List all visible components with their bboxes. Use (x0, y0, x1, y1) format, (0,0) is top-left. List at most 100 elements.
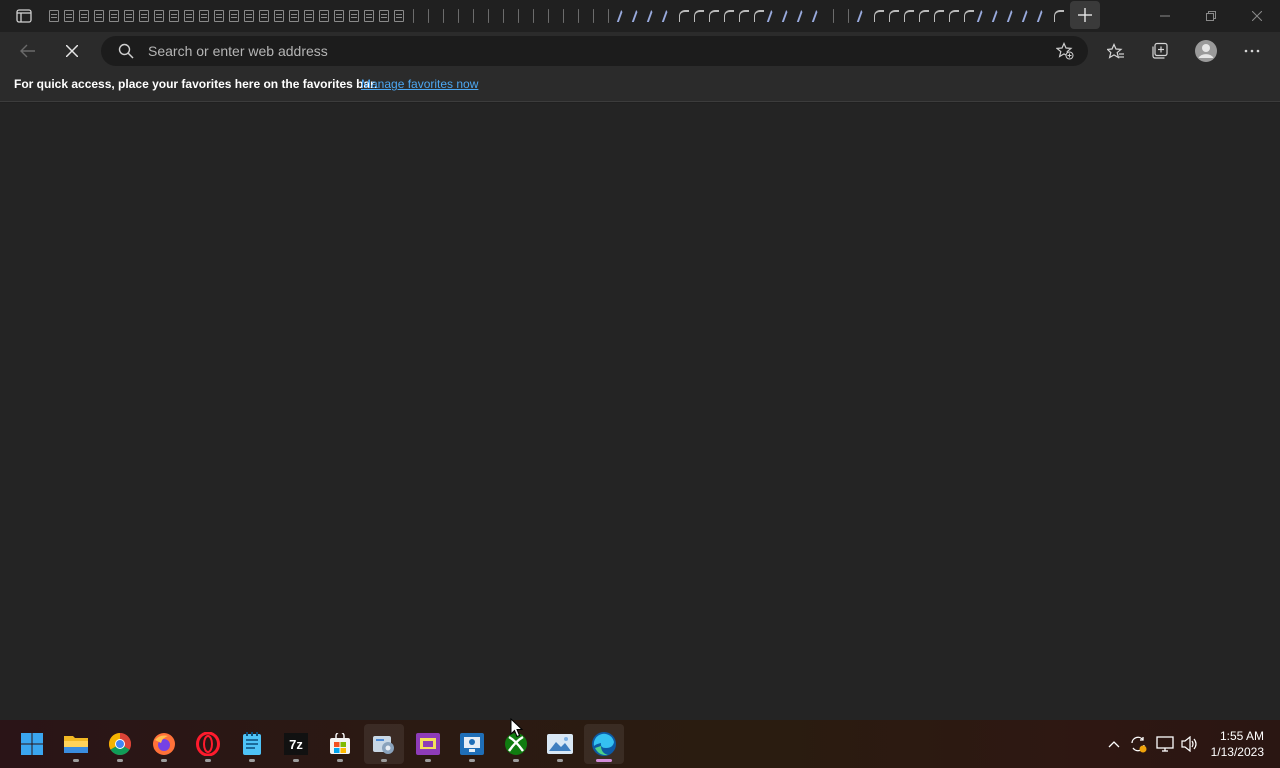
control-panel-icon[interactable] (364, 724, 404, 764)
browser-tab[interactable] (811, 5, 826, 27)
browser-tab[interactable] (661, 5, 676, 27)
browser-tab[interactable] (286, 5, 301, 27)
browser-tab[interactable] (991, 5, 1006, 27)
browser-tab[interactable] (676, 5, 691, 27)
browser-tab[interactable] (931, 5, 946, 27)
browser-tab[interactable] (631, 5, 646, 27)
browser-tab[interactable] (241, 5, 256, 27)
minimize-button[interactable] (1142, 0, 1188, 32)
browser-tab[interactable] (166, 5, 181, 27)
more-options-icon[interactable] (1236, 35, 1268, 67)
browser-tab[interactable] (976, 5, 991, 27)
browser-tab[interactable] (481, 5, 496, 27)
browser-tab[interactable] (721, 5, 736, 27)
close-window-button[interactable] (1234, 0, 1280, 32)
collections-button[interactable] (1144, 35, 1176, 67)
browser-tab[interactable] (496, 5, 511, 27)
browser-tab[interactable] (736, 5, 751, 27)
edge-icon[interactable] (584, 724, 624, 764)
browser-tab[interactable] (556, 5, 571, 27)
new-tab-button[interactable] (1070, 1, 1100, 29)
browser-tab[interactable] (706, 5, 721, 27)
favorites-button[interactable] (1100, 35, 1132, 67)
restore-button[interactable] (1188, 0, 1234, 32)
profile-avatar[interactable] (1190, 35, 1222, 67)
browser-tab[interactable] (751, 5, 766, 27)
browser-tab[interactable] (151, 5, 166, 27)
browser-tab[interactable] (616, 5, 631, 27)
stop-loading-button[interactable] (56, 35, 88, 67)
notepad-icon[interactable] (232, 724, 272, 764)
browser-tab[interactable] (61, 5, 76, 27)
browser-tab[interactable] (406, 5, 421, 27)
browser-tab[interactable] (646, 5, 661, 27)
browser-tab[interactable] (856, 5, 871, 27)
browser-tab[interactable] (361, 5, 376, 27)
browser-tab[interactable] (196, 5, 211, 27)
address-input[interactable] (148, 36, 1028, 66)
browser-tab[interactable] (1021, 5, 1036, 27)
address-bar[interactable] (101, 36, 1088, 66)
browser-tab[interactable] (181, 5, 196, 27)
browser-tab[interactable] (256, 5, 271, 27)
browser-tab[interactable] (391, 5, 406, 27)
browser-tab[interactable] (946, 5, 961, 27)
browser-tab[interactable] (901, 5, 916, 27)
browser-tab[interactable] (376, 5, 391, 27)
show-hidden-icons-button[interactable] (1102, 720, 1126, 768)
browser-tab[interactable] (451, 5, 466, 27)
browser-tab[interactable] (76, 5, 91, 27)
browser-tab[interactable] (1036, 5, 1051, 27)
browser-tab[interactable] (781, 5, 796, 27)
browser-tab[interactable] (136, 5, 151, 27)
start-button[interactable] (12, 724, 52, 764)
presentation-app-icon[interactable] (408, 724, 448, 764)
network-icon[interactable] (1153, 720, 1177, 768)
back-button[interactable] (12, 35, 44, 67)
browser-tab[interactable] (436, 5, 451, 27)
browser-tab[interactable] (301, 5, 316, 27)
opera-icon[interactable] (188, 724, 228, 764)
browser-tab[interactable] (46, 5, 61, 27)
photos-icon[interactable] (540, 724, 580, 764)
add-favorite-icon[interactable] (1055, 42, 1074, 65)
browser-tab[interactable] (466, 5, 481, 27)
browser-tab[interactable] (121, 5, 136, 27)
browser-tab[interactable] (421, 5, 436, 27)
remote-desktop-icon[interactable] (452, 724, 492, 764)
browser-tab[interactable] (916, 5, 931, 27)
browser-tab[interactable] (211, 5, 226, 27)
browser-tab[interactable] (961, 5, 976, 27)
browser-tab[interactable] (826, 5, 841, 27)
browser-tab[interactable] (511, 5, 526, 27)
browser-tab[interactable] (841, 5, 856, 27)
browser-tab[interactable] (541, 5, 556, 27)
firefox-icon[interactable] (144, 724, 184, 764)
chrome-icon[interactable] (100, 724, 140, 764)
browser-tab[interactable] (271, 5, 286, 27)
browser-tab[interactable] (691, 5, 706, 27)
browser-tab[interactable] (766, 5, 781, 27)
browser-tab[interactable] (871, 5, 886, 27)
browser-tab[interactable] (1051, 5, 1066, 27)
browser-tab[interactable] (346, 5, 361, 27)
volume-icon[interactable] (1178, 720, 1202, 768)
manage-favorites-link[interactable]: Manage favorites now (361, 77, 478, 91)
browser-tab[interactable] (331, 5, 346, 27)
7zip-icon[interactable]: 7z (276, 724, 316, 764)
browser-tab[interactable] (886, 5, 901, 27)
browser-tab[interactable] (571, 5, 586, 27)
tab-strip[interactable] (46, 5, 1066, 27)
sync-icon[interactable] (1126, 720, 1150, 768)
browser-tab[interactable] (1006, 5, 1021, 27)
file-explorer-icon[interactable] (56, 724, 96, 764)
clock[interactable]: 1:55 AM 1/13/2023 (1211, 728, 1264, 760)
browser-tab[interactable] (106, 5, 121, 27)
page-content[interactable] (0, 103, 1280, 720)
browser-tab[interactable] (586, 5, 601, 27)
browser-tab[interactable] (796, 5, 811, 27)
tab-actions-icon[interactable] (12, 6, 36, 26)
browser-tab[interactable] (316, 5, 331, 27)
browser-tab[interactable] (601, 5, 616, 27)
browser-tab[interactable] (526, 5, 541, 27)
